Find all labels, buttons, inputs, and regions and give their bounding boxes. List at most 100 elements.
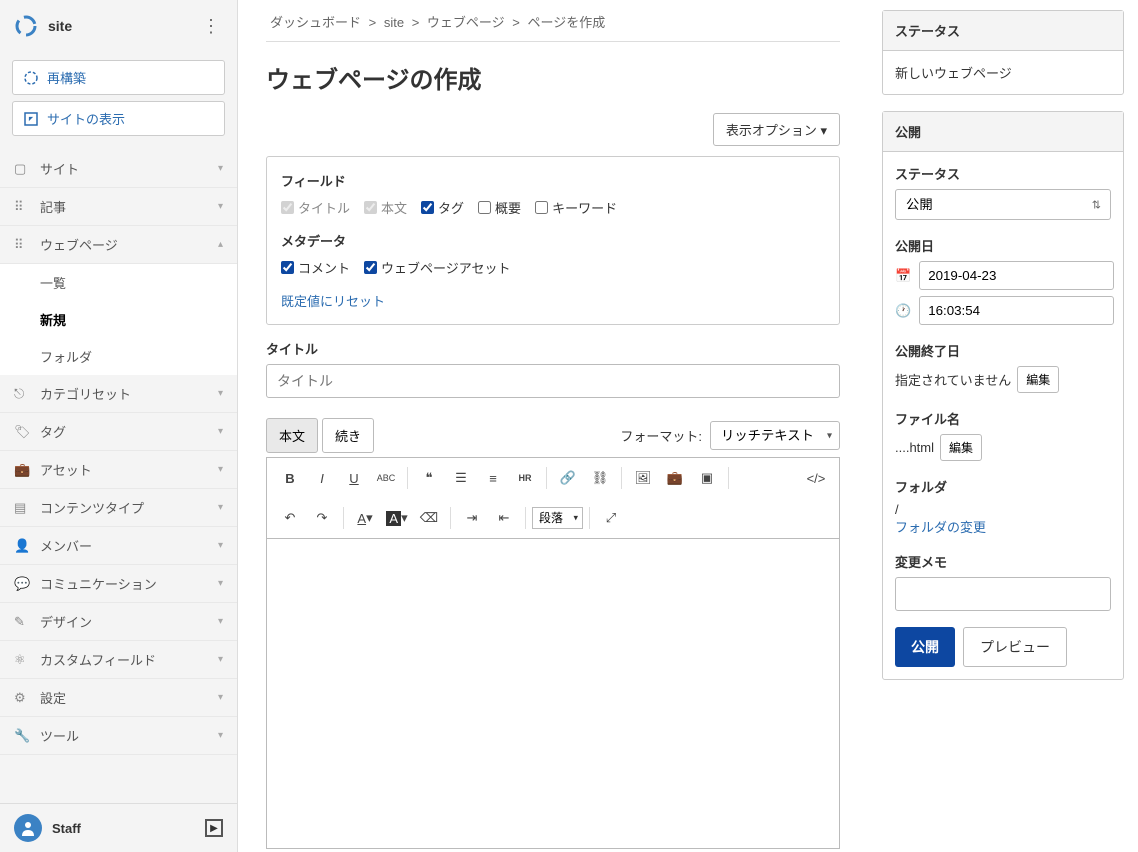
paragraph-select[interactable]: 段落 — [532, 507, 583, 529]
chevron-down-icon: ▾ — [218, 163, 223, 174]
more-menu-button[interactable]: ⋮ — [199, 16, 223, 37]
numbered-list-button[interactable]: ≡ — [478, 464, 508, 492]
image-button[interactable]: 🖼 — [628, 464, 658, 492]
outdent-button[interactable]: ⇤ — [489, 504, 519, 532]
publish-date-input[interactable] — [919, 261, 1114, 290]
chk-body[interactable]: 本文 — [364, 198, 407, 217]
view-site-button[interactable]: サイトの表示 — [12, 101, 225, 136]
site-icon: ▢ — [14, 161, 30, 177]
bold-button[interactable]: B — [275, 464, 305, 492]
nav-settings[interactable]: ⚙設定▾ — [0, 679, 237, 717]
editor-body[interactable] — [266, 539, 840, 849]
clear-format-button[interactable]: ⌫ — [414, 504, 444, 532]
chevron-down-icon: ▾ — [218, 464, 223, 475]
publish-date-label: 公開日 — [895, 236, 1111, 255]
tab-more[interactable]: 続き — [322, 418, 374, 453]
chk-excerpt[interactable]: 概要 — [478, 198, 521, 217]
category-icon: ⎋ — [14, 386, 30, 402]
rebuild-label: 再構築 — [47, 68, 86, 87]
publish-panel-header: 公開 — [883, 112, 1123, 152]
unpublish-edit-button[interactable]: 編集 — [1017, 366, 1059, 393]
gear-icon: ⚙ — [14, 690, 30, 706]
undo-button[interactable]: ↶ — [275, 504, 305, 532]
nav-design[interactable]: ✎デザイン▾ — [0, 603, 237, 641]
bg-color-button[interactable]: A▾ — [382, 504, 412, 532]
status-select[interactable]: 公開 — [895, 189, 1111, 220]
format-label: フォーマット: — [620, 426, 702, 445]
editor-header: 本文 続き フォーマット: リッチテキスト — [266, 418, 840, 453]
breadcrumb-site[interactable]: site — [384, 15, 404, 30]
nav-entries[interactable]: ⠿記事▾ — [0, 188, 237, 226]
nav-content-types[interactable]: ▤コンテンツタイプ▾ — [0, 489, 237, 527]
nav-communication[interactable]: 💬コミュニケーション▾ — [0, 565, 237, 603]
status-panel-body: 新しいウェブページ — [883, 51, 1123, 94]
view-site-label: サイトの表示 — [47, 109, 125, 128]
filename-label: ファイル名 — [895, 409, 1111, 428]
redo-button[interactable]: ↷ — [307, 504, 337, 532]
chk-page-assets[interactable]: ウェブページアセット — [364, 258, 510, 277]
nav-assets[interactable]: 💼アセット▾ — [0, 451, 237, 489]
breadcrumb-dashboard[interactable]: ダッシュボード — [270, 15, 361, 30]
avatar[interactable] — [14, 814, 42, 842]
play-button[interactable]: ▶ — [205, 819, 223, 837]
display-options-button[interactable]: 表示オプション ▾ — [713, 113, 840, 146]
nav-webpages-new[interactable]: 新規 — [0, 301, 237, 338]
chevron-down-icon: ▾ — [218, 540, 223, 551]
embed-button[interactable]: ▣ — [692, 464, 722, 492]
blockquote-button[interactable]: ❝ — [414, 464, 444, 492]
text-color-button[interactable]: A▾ — [350, 504, 380, 532]
nav-webpages-folder[interactable]: フォルダ — [0, 338, 237, 375]
chk-title[interactable]: タイトル — [281, 198, 350, 217]
title-input[interactable] — [266, 364, 840, 398]
rebuild-button[interactable]: 再構築 — [12, 60, 225, 95]
underline-button[interactable]: U — [339, 464, 369, 492]
chk-tags[interactable]: タグ — [421, 198, 464, 217]
preview-button[interactable]: プレビュー — [963, 627, 1067, 667]
chk-comments[interactable]: コメント — [281, 258, 350, 277]
folder-change-link[interactable]: フォルダの変更 — [895, 520, 986, 535]
strikethrough-button[interactable]: ABC — [371, 464, 401, 492]
display-options-panel: フィールド タイトル 本文 タグ 概要 キーワード メタデータ コメント ウェブ… — [266, 156, 840, 325]
filename-edit-button[interactable]: 編集 — [940, 434, 982, 461]
nav-members[interactable]: 👤メンバー▾ — [0, 527, 237, 565]
unpublish-date-value: 指定されていません — [895, 370, 1011, 389]
nav-webpages[interactable]: ⠿ウェブページ▴ — [0, 226, 237, 264]
breadcrumb-webpages[interactable]: ウェブページ — [427, 15, 505, 30]
sidebar: site ⋮ 再構築 サイトの表示 ▢サイト▾ ⠿記事▾ ⠿ウェブページ▴ 一覧… — [0, 0, 238, 852]
page-title: ウェブページの作成 — [266, 60, 840, 95]
publish-button[interactable]: 公開 — [895, 627, 955, 667]
nav-tools[interactable]: 🔧ツール▾ — [0, 717, 237, 755]
chk-keywords[interactable]: キーワード — [535, 198, 617, 217]
nav-webpages-list[interactable]: 一覧 — [0, 264, 237, 301]
bullet-list-button[interactable]: ☰ — [446, 464, 476, 492]
sidebar-header: site ⋮ — [0, 0, 237, 52]
tag-icon: 🏷 — [14, 424, 30, 440]
italic-button[interactable]: I — [307, 464, 337, 492]
hr-button[interactable]: HR — [510, 464, 540, 492]
chevron-down-icon: ▾ — [218, 578, 223, 589]
tab-body[interactable]: 本文 — [266, 418, 318, 453]
title-label: タイトル — [266, 339, 840, 358]
member-icon: 👤 — [14, 538, 30, 554]
publish-time-input[interactable] — [919, 296, 1114, 325]
nav-tags[interactable]: 🏷タグ▾ — [0, 413, 237, 451]
entries-icon: ⠿ — [14, 199, 30, 215]
right-sidebar: ステータス 新しいウェブページ 公開 ステータス 公開 公開日 📅 🕐 — [868, 0, 1138, 852]
chevron-down-icon: ▾ — [218, 388, 223, 399]
indent-button[interactable]: ⇥ — [457, 504, 487, 532]
change-memo-input[interactable] — [895, 577, 1111, 611]
source-button[interactable]: </> — [801, 464, 831, 492]
unlink-button[interactable]: ⛓ — [585, 464, 615, 492]
user-name: Staff — [52, 821, 205, 836]
site-name: site — [48, 18, 199, 34]
nav-site[interactable]: ▢サイト▾ — [0, 150, 237, 188]
format-select[interactable]: リッチテキスト — [710, 421, 840, 450]
link-button[interactable]: 🔗 — [553, 464, 583, 492]
nav-category-set[interactable]: ⎋カテゴリセット▾ — [0, 375, 237, 413]
metadata-checkboxes: コメント ウェブページアセット — [281, 258, 825, 277]
reset-defaults-link[interactable]: 既定値にリセット — [281, 294, 385, 309]
asset-button[interactable]: 💼 — [660, 464, 690, 492]
view-site-icon — [23, 111, 39, 127]
fullscreen-button[interactable]: ⤢ — [596, 504, 626, 532]
nav-custom-fields[interactable]: ⚛カスタムフィールド▾ — [0, 641, 237, 679]
